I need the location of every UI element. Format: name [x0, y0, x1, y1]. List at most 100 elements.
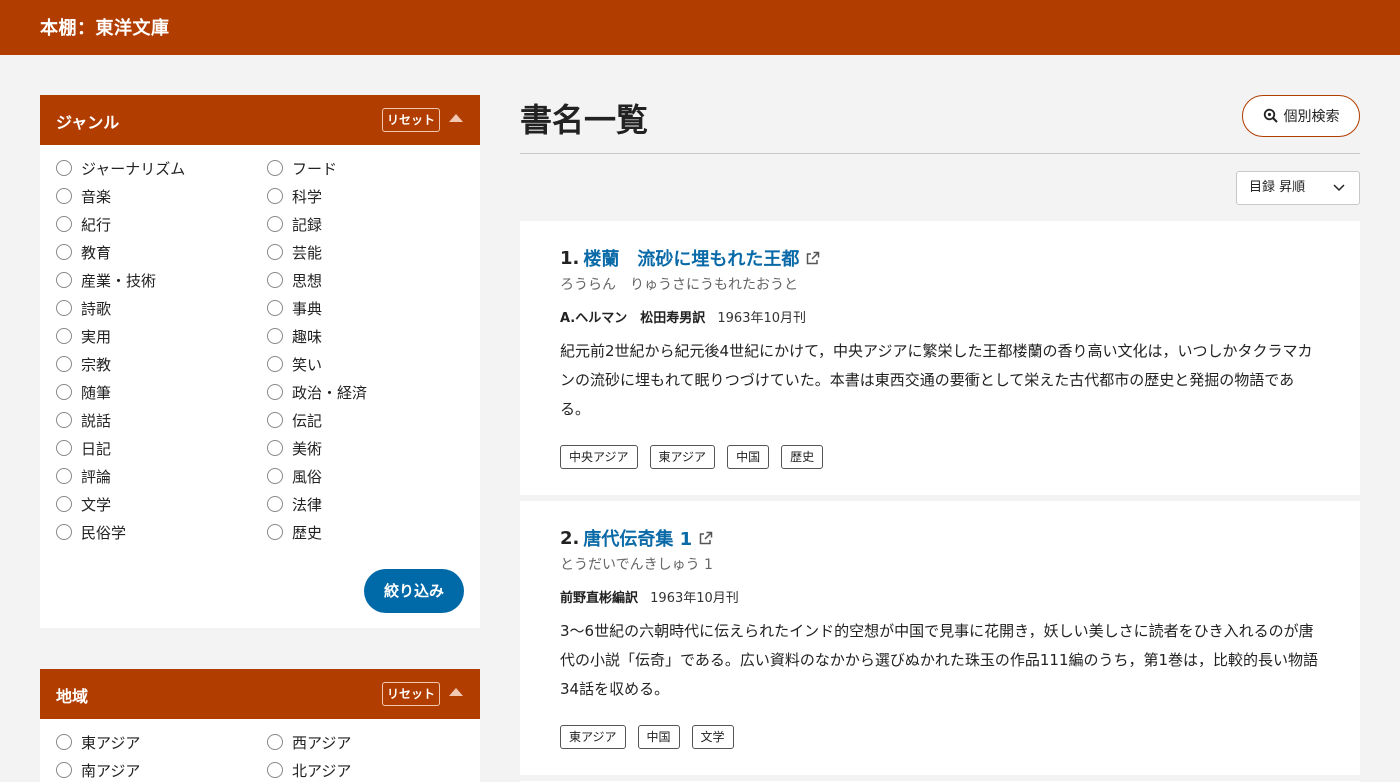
- radio-button[interactable]: [56, 328, 72, 344]
- radio-button[interactable]: [56, 188, 72, 204]
- filter-option[interactable]: 南アジア: [56, 760, 140, 780]
- filter-option[interactable]: 趣味: [267, 326, 322, 346]
- filter-option[interactable]: 思想: [267, 270, 322, 290]
- radio-button[interactable]: [267, 412, 283, 428]
- radio-button[interactable]: [267, 188, 283, 204]
- filter-option[interactable]: 美術: [267, 438, 322, 458]
- filter-option[interactable]: 詩歌: [56, 298, 111, 318]
- radio-button[interactable]: [267, 384, 283, 400]
- filter-option[interactable]: 評論: [56, 466, 111, 486]
- filter-option[interactable]: 笑い: [267, 354, 322, 374]
- radio-button[interactable]: [56, 496, 72, 512]
- filter-option[interactable]: ジャーナリズム: [56, 158, 185, 178]
- filter-option[interactable]: 宗教: [56, 354, 111, 374]
- filter-option[interactable]: 科学: [267, 186, 322, 206]
- radio-button[interactable]: [56, 216, 72, 232]
- radio-button[interactable]: [56, 272, 72, 288]
- book-title-link[interactable]: 2. 唐代伝奇集 1: [560, 525, 713, 551]
- region-filter-panel: 地域 リセット 東アジア南アジア 西アジア北アジア: [40, 669, 480, 782]
- book-tag[interactable]: 文学: [691, 725, 734, 749]
- radio-button[interactable]: [56, 468, 72, 484]
- collapse-caret-icon[interactable]: [449, 114, 463, 122]
- radio-button[interactable]: [267, 244, 283, 260]
- filter-option[interactable]: 記録: [267, 214, 322, 234]
- filter-option[interactable]: 紀行: [56, 214, 111, 234]
- filter-option[interactable]: 伝記: [267, 410, 322, 430]
- radio-button[interactable]: [267, 762, 283, 778]
- radio-button[interactable]: [56, 762, 72, 778]
- search-icon: [1263, 108, 1278, 123]
- radio-button[interactable]: [56, 412, 72, 428]
- radio-button[interactable]: [56, 356, 72, 372]
- book-card: 2. 唐代伝奇集 1 とうだいでんきしゅう 1 前野直彬編訳 1963年10月刊…: [520, 501, 1360, 775]
- filter-option[interactable]: 北アジア: [267, 760, 351, 780]
- book-tag[interactable]: 歴史: [781, 445, 824, 469]
- sort-select[interactable]: 目録 昇順: [1236, 171, 1360, 205]
- book-tag[interactable]: 中国: [637, 725, 680, 749]
- filter-option[interactable]: 日記: [56, 438, 111, 458]
- radio-button[interactable]: [267, 328, 283, 344]
- book-title-link[interactable]: 1. 楼蘭 流砂に埋もれた王都: [560, 245, 820, 271]
- filter-option[interactable]: 産業・技術: [56, 270, 156, 290]
- radio-button[interactable]: [56, 300, 72, 316]
- external-link-icon: [807, 251, 820, 264]
- book-tags: 中央アジア 東アジア 中国 歴史: [560, 445, 835, 469]
- radio-button[interactable]: [267, 524, 283, 540]
- filter-option[interactable]: 法律: [267, 494, 322, 514]
- book-kana: とうだいでんきしゅう 1: [560, 557, 713, 573]
- book-kana: ろうらん りゅうさにうもれたおうと: [560, 277, 798, 293]
- radio-button[interactable]: [56, 244, 72, 260]
- book-tag[interactable]: 中国: [727, 445, 770, 469]
- radio-button[interactable]: [267, 216, 283, 232]
- radio-button[interactable]: [56, 440, 72, 456]
- radio-button[interactable]: [56, 160, 72, 176]
- region-reset-button[interactable]: リセット: [382, 682, 440, 706]
- radio-button[interactable]: [267, 496, 283, 512]
- filter-option-label: 西アジア: [292, 733, 352, 752]
- radio-button[interactable]: [267, 300, 283, 316]
- radio-button[interactable]: [56, 384, 72, 400]
- radio-button[interactable]: [267, 356, 283, 372]
- filter-option[interactable]: 教育: [56, 242, 111, 262]
- book-tag[interactable]: 東アジア: [649, 445, 716, 469]
- filter-option[interactable]: 政治・経済: [267, 382, 367, 402]
- book-tag[interactable]: 東アジア: [560, 725, 626, 749]
- radio-button[interactable]: [56, 734, 72, 750]
- filter-option-label: 歴史: [292, 523, 323, 542]
- filter-option-label: 産業・技術: [81, 271, 157, 290]
- collapse-caret-icon[interactable]: [449, 688, 463, 696]
- filter-option-label: ジャーナリズム: [81, 159, 186, 178]
- filter-option[interactable]: 事典: [267, 298, 322, 318]
- book-tag[interactable]: 中央アジア: [560, 445, 638, 469]
- radio-button[interactable]: [267, 440, 283, 456]
- book-meta: A.ヘルマン 松田寿男訳 1963年10月刊: [560, 307, 806, 326]
- filter-option[interactable]: 音楽: [56, 186, 111, 206]
- filter-option[interactable]: 芸能: [267, 242, 322, 262]
- genre-filter-panel: ジャンル リセット ジャーナリズム音楽紀行教育産業・技術詩歌実用宗教随筆説話日記…: [40, 95, 480, 628]
- filter-option[interactable]: 歴史: [267, 522, 322, 542]
- radio-button[interactable]: [267, 272, 283, 288]
- filter-option[interactable]: 風俗: [267, 466, 322, 486]
- filter-option-label: 評論: [81, 467, 112, 486]
- filter-option[interactable]: 随筆: [56, 382, 111, 402]
- individual-search-button[interactable]: 個別検索: [1242, 95, 1360, 137]
- filter-option-label: 宗教: [81, 355, 112, 374]
- radio-button[interactable]: [267, 734, 283, 750]
- title-divider: [520, 153, 1360, 154]
- external-link-icon: [699, 531, 713, 544]
- radio-button[interactable]: [267, 160, 283, 176]
- genre-filter-header[interactable]: ジャンル リセット: [40, 95, 480, 145]
- filter-option[interactable]: フード: [267, 158, 337, 178]
- filter-option-label: 詩歌: [81, 299, 112, 318]
- apply-filter-button[interactable]: 絞り込み: [364, 569, 464, 613]
- filter-option[interactable]: 東アジア: [56, 732, 140, 752]
- radio-button[interactable]: [56, 524, 72, 540]
- filter-option[interactable]: 実用: [56, 326, 111, 346]
- radio-button[interactable]: [267, 468, 283, 484]
- filter-option[interactable]: 西アジア: [267, 732, 351, 752]
- filter-option[interactable]: 文学: [56, 494, 111, 514]
- genre-reset-button[interactable]: リセット: [382, 108, 440, 132]
- region-filter-header[interactable]: 地域 リセット: [40, 669, 480, 719]
- filter-option[interactable]: 説話: [56, 410, 111, 430]
- filter-option[interactable]: 民俗学: [56, 522, 126, 542]
